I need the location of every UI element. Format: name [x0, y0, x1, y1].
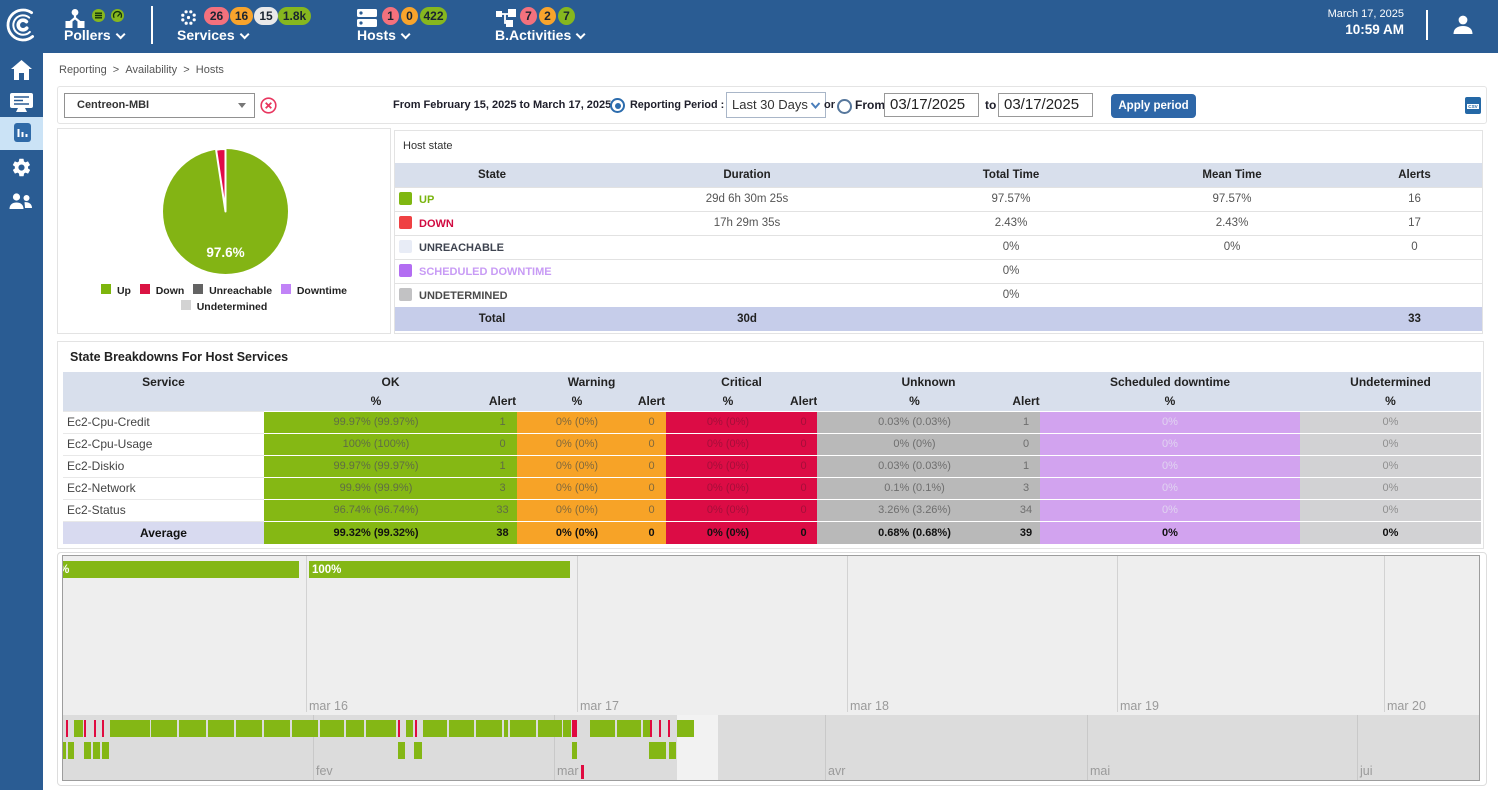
svg-text:CSV: CSV — [1468, 104, 1478, 109]
svg-text:97.6%: 97.6% — [206, 245, 244, 260]
